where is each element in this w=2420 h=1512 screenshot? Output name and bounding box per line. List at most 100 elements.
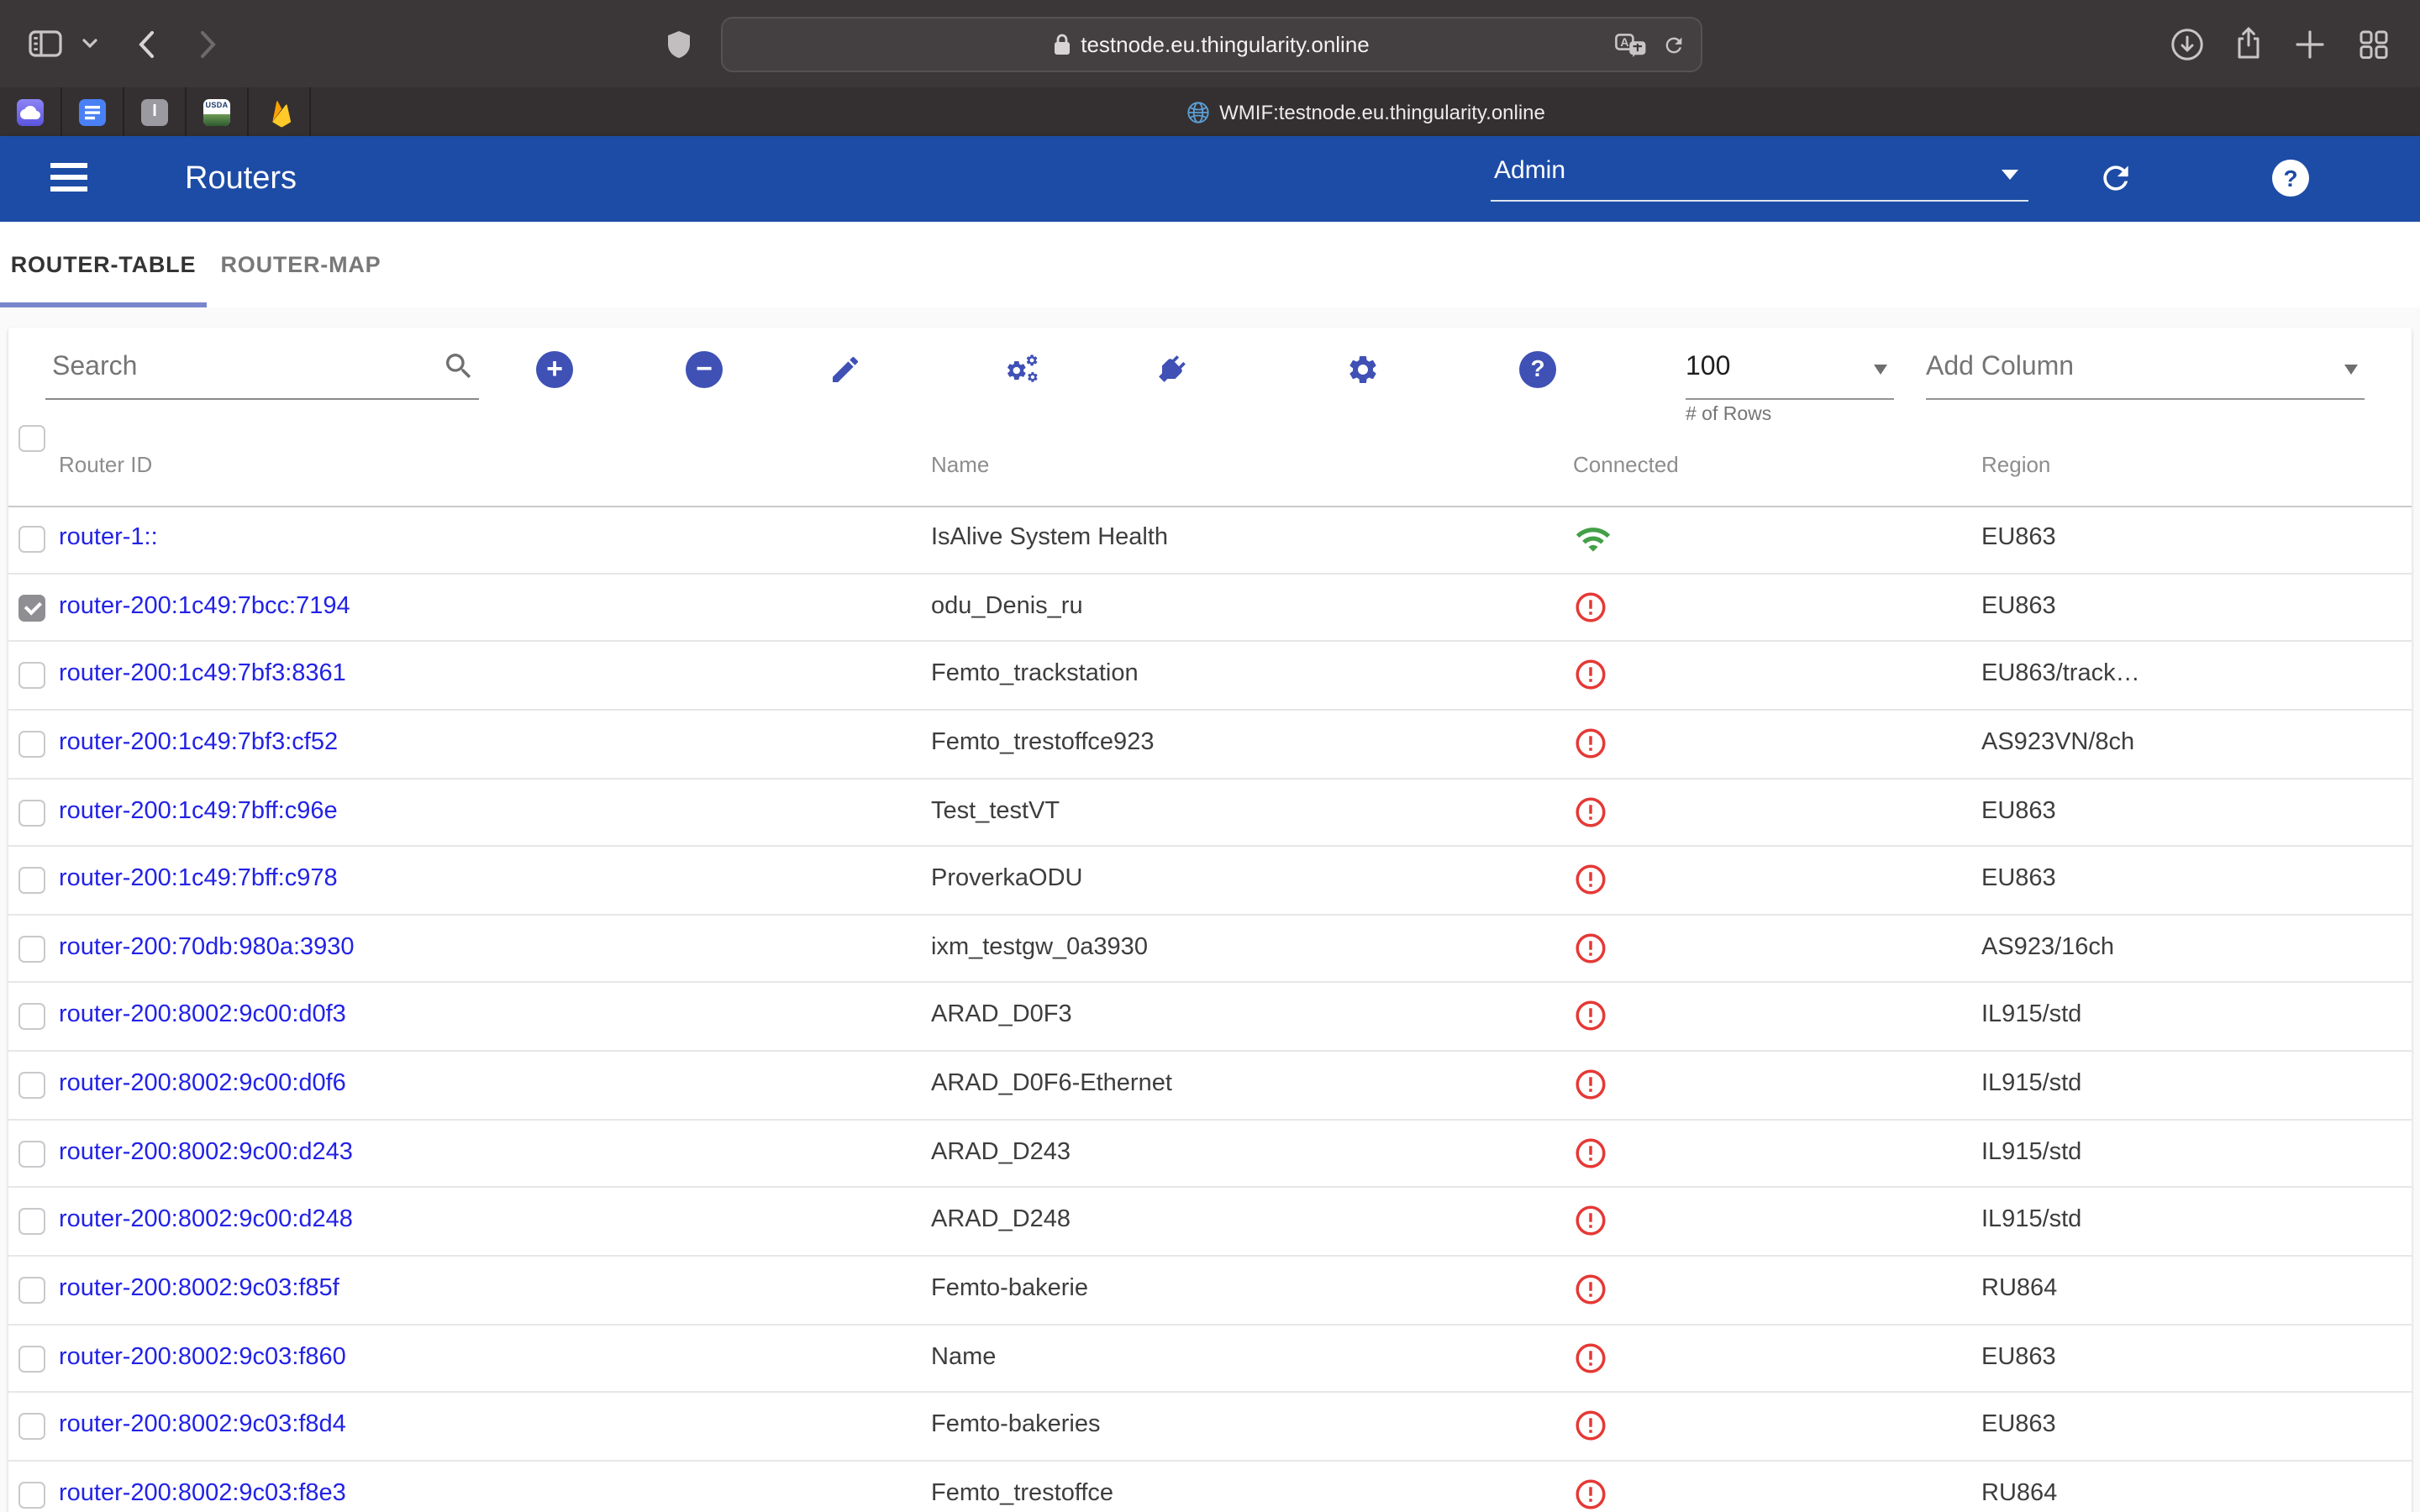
tab-overview-icon[interactable]: [2356, 0, 2390, 87]
table-row[interactable]: router-200:8002:9c00:d243 ARAD_D243 IL91…: [8, 1121, 2412, 1189]
error-status-icon: [1573, 1340, 1610, 1377]
table-row[interactable]: router-200:1c49:7bff:c978 ProverkaODU EU…: [8, 847, 2412, 915]
table-row[interactable]: router-200:8002:9c03:f860 Name EU863: [8, 1325, 2412, 1393]
add-router-button[interactable]: +: [534, 349, 575, 390]
error-status-icon: [1573, 1409, 1610, 1446]
router-id-link[interactable]: router-200:70db:980a:3930: [59, 916, 355, 982]
rows-per-page-select[interactable]: 100: [1686, 341, 1894, 400]
wifi-connected-icon: [1573, 521, 1610, 558]
col-region: Region: [1981, 425, 2050, 506]
search-input[interactable]: [49, 341, 434, 395]
router-name: odu_Denis_ru: [931, 574, 1083, 640]
user-select[interactable]: Admin: [1491, 150, 2028, 202]
share-icon[interactable]: [2232, 0, 2265, 87]
services-button[interactable]: [1005, 349, 1045, 390]
router-id-link[interactable]: router-200:8002:9c03:f860: [59, 1325, 346, 1391]
row-checkbox[interactable]: [18, 1414, 45, 1441]
row-checkbox[interactable]: [18, 1482, 45, 1509]
row-checkbox[interactable]: [18, 867, 45, 894]
router-id-link[interactable]: router-200:1c49:7bf3:8361: [59, 643, 346, 709]
error-status-icon: [1573, 1067, 1610, 1104]
chevron-down-icon: [2344, 365, 2358, 375]
row-checkbox[interactable]: [18, 1345, 45, 1372]
router-id-link[interactable]: router-200:8002:9c00:d248: [59, 1189, 353, 1255]
table-row[interactable]: router-1:: IsAlive System Health EU863: [8, 506, 2412, 574]
menu-icon[interactable]: [50, 163, 87, 192]
address-bar[interactable]: testnode.eu.thingularity.online A: [721, 17, 1702, 72]
router-id-link[interactable]: router-200:8002:9c03:f85f: [59, 1257, 339, 1323]
router-id-link[interactable]: router-200:8002:9c00:d243: [59, 1121, 353, 1187]
search-icon: [442, 349, 476, 391]
active-tab[interactable]: WMIF:testnode.eu.thingularity.online: [311, 87, 2420, 136]
row-checkbox[interactable]: [18, 936, 45, 963]
row-checkbox[interactable]: [18, 1209, 45, 1236]
translate-icon[interactable]: A: [1615, 18, 1647, 71]
table-row[interactable]: router-200:8002:9c03:f8d4 Femto-bakeries…: [8, 1394, 2412, 1462]
table-header: Router ID Name Connected Region: [8, 425, 2412, 507]
active-tab-title: WMIF:testnode.eu.thingularity.online: [1219, 100, 1545, 123]
row-checkbox[interactable]: [18, 731, 45, 758]
tab-router-map[interactable]: ROUTER-MAP: [207, 222, 395, 307]
router-id-link[interactable]: router-200:1c49:7bff:c96e: [59, 779, 338, 845]
settings-button[interactable]: [1343, 349, 1383, 390]
row-checkbox[interactable]: [18, 1141, 45, 1168]
chevron-down-icon: [2002, 170, 2018, 180]
router-id-link[interactable]: router-200:1c49:7bf3:cf52: [59, 711, 338, 777]
table-row[interactable]: router-200:70db:980a:3930 ixm_testgw_0a3…: [8, 916, 2412, 984]
remove-router-button[interactable]: −: [684, 349, 724, 390]
forward-button[interactable]: [193, 0, 224, 87]
table-row[interactable]: router-200:1c49:7bf3:8361 Femto_tracksta…: [8, 643, 2412, 711]
row-checkbox[interactable]: [18, 1072, 45, 1099]
error-status-icon: [1573, 1136, 1610, 1173]
router-region: EU863: [1981, 847, 2056, 913]
add-column-select[interactable]: Add Column: [1926, 341, 2365, 400]
router-id-link[interactable]: router-200:8002:9c03:f8e3: [59, 1462, 346, 1512]
pinned-tab-usda[interactable]: USDA: [187, 87, 249, 136]
router-id-link[interactable]: router-200:1c49:7bcc:7194: [59, 574, 350, 640]
new-tab-icon[interactable]: [2292, 0, 2326, 87]
row-checkbox[interactable]: [18, 1004, 45, 1031]
row-checkbox[interactable]: [18, 663, 45, 690]
shield-icon[interactable]: [664, 0, 694, 87]
router-table-card: + − ? 100 # of Rows Add Column Router ID…: [8, 328, 2412, 1512]
chevron-down-icon[interactable]: [77, 0, 101, 87]
row-checkbox[interactable]: [18, 594, 45, 621]
pinned-tab-docs[interactable]: [62, 87, 124, 136]
row-checkbox[interactable]: [18, 526, 45, 553]
pinned-tab-cloud[interactable]: [0, 87, 62, 136]
edit-button[interactable]: [825, 349, 865, 390]
pinned-tab-firebase[interactable]: [249, 87, 311, 136]
connect-button[interactable]: [1151, 349, 1192, 390]
table-row[interactable]: router-200:8002:9c00:d0f6 ARAD_D0F6-Ethe…: [8, 1052, 2412, 1120]
row-checkbox[interactable]: [18, 799, 45, 826]
error-status-icon: [1573, 794, 1610, 831]
table-row[interactable]: router-200:8002:9c00:d248 ARAD_D248 IL91…: [8, 1189, 2412, 1257]
table-row[interactable]: router-200:8002:9c00:d0f3 ARAD_D0F3 IL91…: [8, 984, 2412, 1052]
downloads-icon[interactable]: [2170, 0, 2203, 87]
table-row[interactable]: router-200:8002:9c03:f8e3 Femto_trestoff…: [8, 1462, 2412, 1512]
back-button[interactable]: [131, 0, 161, 87]
router-id-link[interactable]: router-200:1c49:7bff:c978: [59, 847, 338, 913]
sidebar-toggle-icon[interactable]: [24, 0, 67, 87]
pinned-tab-info[interactable]: I: [124, 87, 187, 136]
router-id-link[interactable]: router-200:8002:9c00:d0f3: [59, 984, 346, 1050]
router-id-link[interactable]: router-1::: [59, 506, 158, 572]
router-name: Femto_trestoffce: [931, 1462, 1113, 1512]
reload-icon[interactable]: [1662, 18, 1686, 71]
select-all-checkbox[interactable]: [18, 425, 45, 452]
table-row[interactable]: router-200:8002:9c03:f85f Femto-bakerie …: [8, 1257, 2412, 1325]
tab-router-table[interactable]: ROUTER-TABLE: [0, 222, 207, 307]
search-field: [45, 341, 479, 400]
help-button[interactable]: ?: [2272, 160, 2309, 197]
router-id-link[interactable]: router-200:8002:9c00:d0f6: [59, 1052, 346, 1118]
router-id-link[interactable]: router-200:8002:9c03:f8d4: [59, 1394, 346, 1460]
row-checkbox[interactable]: [18, 1277, 45, 1304]
error-status-icon: [1573, 862, 1610, 899]
refresh-button[interactable]: [2097, 160, 2134, 197]
table-row[interactable]: router-200:1c49:7bcc:7194 odu_Denis_ru E…: [8, 574, 2412, 642]
table-help-button[interactable]: ?: [1518, 349, 1558, 390]
table-row[interactable]: router-200:1c49:7bff:c96e Test_testVT EU…: [8, 779, 2412, 847]
info-favicon: I: [141, 98, 168, 125]
table-row[interactable]: router-200:1c49:7bf3:cf52 Femto_trestoff…: [8, 711, 2412, 779]
view-tabs: ROUTER-TABLE ROUTER-MAP: [0, 222, 2420, 307]
